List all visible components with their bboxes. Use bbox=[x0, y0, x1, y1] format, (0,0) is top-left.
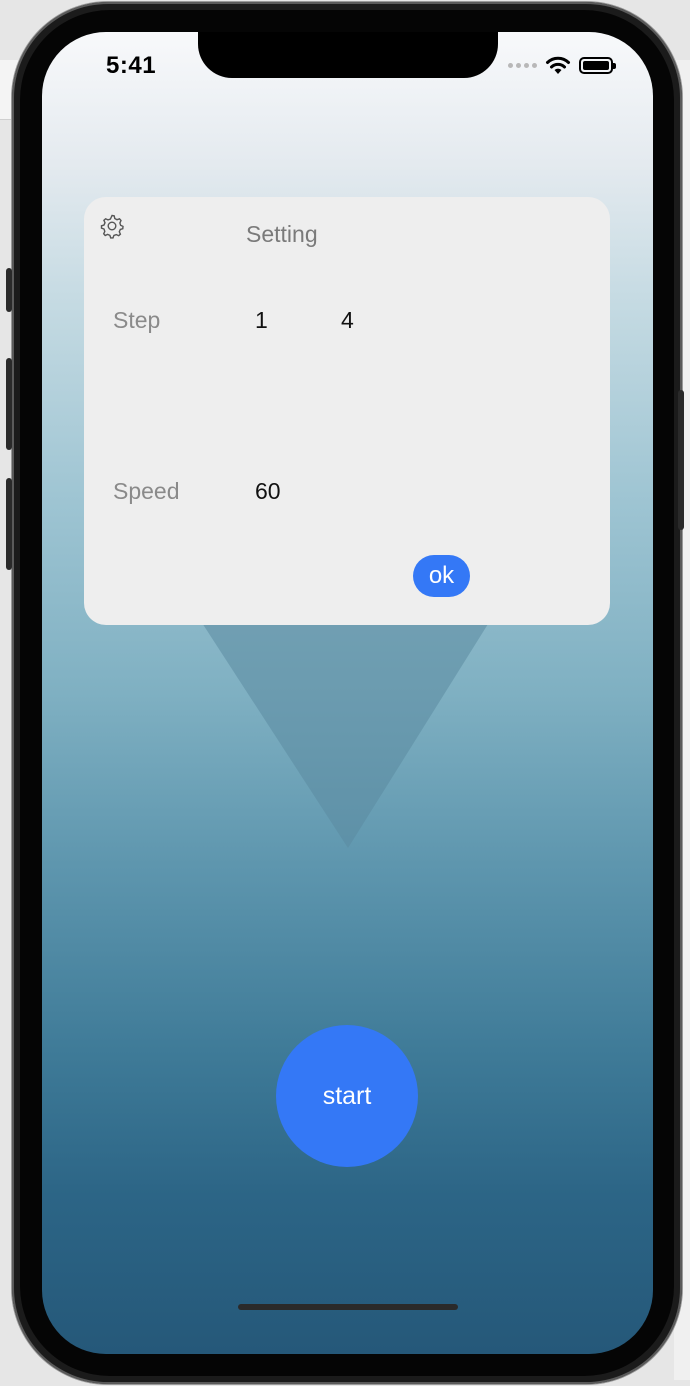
volume-up-button bbox=[6, 358, 12, 450]
battery-icon bbox=[579, 56, 616, 74]
card-title: Setting bbox=[246, 221, 318, 247]
power-button bbox=[678, 390, 684, 530]
settings-card: Setting Step 1 4 Speed 60 ok bbox=[84, 197, 610, 625]
simulator-window: 5:41 Setting Step 1 4 Speed 60 ok start bbox=[0, 0, 690, 1386]
wifi-icon bbox=[546, 56, 570, 74]
mute-switch bbox=[6, 268, 12, 312]
step-value-1[interactable]: 1 bbox=[255, 307, 268, 334]
step-value-2[interactable]: 4 bbox=[341, 307, 354, 334]
status-icons bbox=[508, 54, 616, 76]
status-time: 5:41 bbox=[106, 52, 157, 79]
funnel-triangle bbox=[182, 592, 508, 848]
signal-dots-icon bbox=[508, 62, 537, 68]
speed-label: Speed bbox=[113, 478, 180, 504]
ok-button[interactable]: ok bbox=[413, 555, 470, 597]
step-label: Step bbox=[113, 307, 161, 333]
start-button[interactable]: start bbox=[276, 1025, 418, 1167]
gear-icon[interactable] bbox=[98, 212, 126, 240]
home-indicator[interactable] bbox=[238, 1304, 458, 1310]
notch bbox=[198, 32, 498, 78]
speed-value[interactable]: 60 bbox=[255, 478, 281, 505]
volume-down-button bbox=[6, 478, 12, 570]
app-screen: 5:41 Setting Step 1 4 Speed 60 ok start bbox=[42, 32, 653, 1354]
